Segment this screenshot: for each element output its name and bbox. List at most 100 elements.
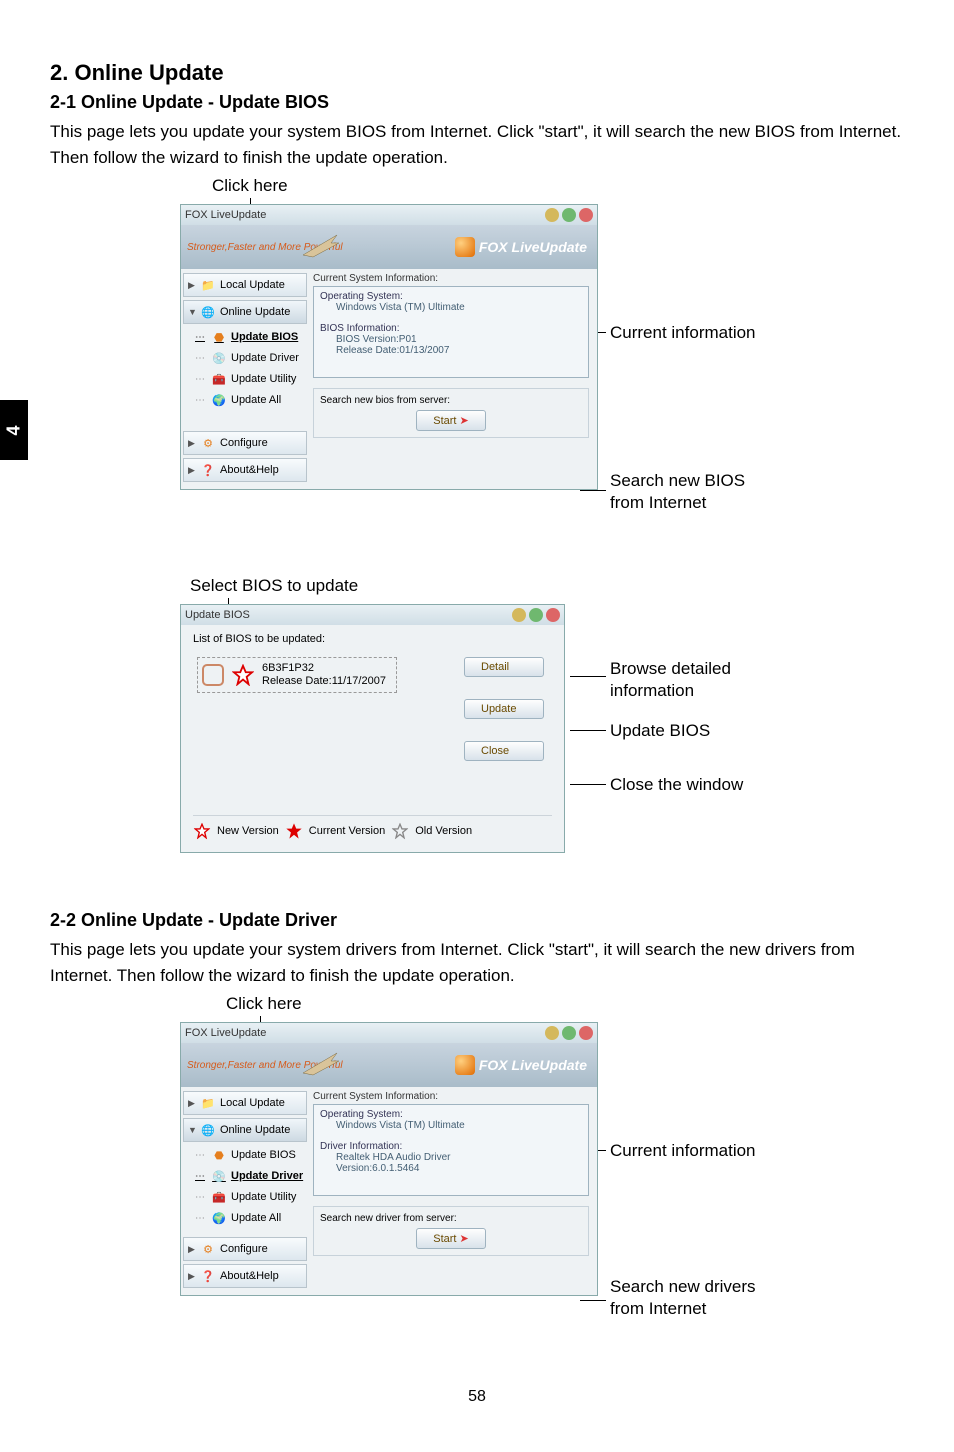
chevron-right-icon: ▶	[188, 280, 196, 291]
sidebar-sub-all[interactable]: ⋯ 🌍 Update All	[191, 1208, 307, 1228]
sidebar-sub-label-all: Update All	[231, 394, 281, 406]
minimize-icon[interactable]	[545, 1026, 559, 1040]
start-button-label: Start	[433, 415, 456, 427]
os-value: Windows Vista (TM) Ultimate	[336, 302, 582, 313]
sidebar-sub-driver[interactable]: ⋯ 💿 Update Driver	[191, 348, 307, 368]
callout-search-bios-1: Search new BIOS	[610, 470, 745, 492]
detail-button[interactable]: Detail	[464, 657, 544, 677]
globe-icon: 🌐	[200, 1122, 216, 1138]
content-pane: Current System Information: Operating Sy…	[309, 269, 597, 489]
minimize-icon[interactable]	[545, 208, 559, 222]
sidebar-item-about[interactable]: ▶ ❓ About&Help	[183, 1264, 307, 1288]
sidebar-item-online[interactable]: ▼ 🌐 Online Update	[183, 1118, 307, 1142]
sidebar-item-configure[interactable]: ▶ ⚙ Configure	[183, 1237, 307, 1261]
close-icon[interactable]	[579, 1026, 593, 1040]
callout-close-window: Close the window	[610, 774, 743, 796]
paragraph-2-1: This page lets you update your system BI…	[50, 119, 904, 170]
callout-current-info: Current information	[610, 322, 756, 344]
page-number: 58	[50, 1388, 904, 1406]
disc-icon: 💿	[211, 1168, 227, 1184]
bios-version: BIOS Version:P01	[336, 334, 582, 345]
bios-entry-name: 6B3F1P32	[262, 662, 386, 675]
sidebar-sub-label-utility: Update Utility	[231, 1191, 296, 1203]
star-new-icon	[194, 823, 210, 839]
sidebar-sub-utility[interactable]: ⋯ 🧰 Update Utility	[191, 1187, 307, 1207]
start-button-label: Start	[433, 1233, 456, 1245]
sidebar-sub-driver[interactable]: ⋯ 💿 Update Driver	[191, 1166, 307, 1186]
arrow-right-icon: ➤	[460, 415, 469, 427]
sidebar-item-online[interactable]: ▼ 🌐 Online Update	[183, 300, 307, 324]
star-new-icon	[232, 664, 254, 686]
os-value: Windows Vista (TM) Ultimate	[336, 1120, 582, 1131]
chevron-right-icon: ▶	[188, 1271, 196, 1282]
bios-entry[interactable]: 6B3F1P32 Release Date:11/17/2007	[197, 657, 397, 693]
search-new-box: Search new driver from server: Start ➤	[313, 1206, 589, 1256]
fox-icon	[455, 1055, 475, 1075]
brand-label: FOX LiveUpdate	[479, 239, 587, 255]
legend-new: New Version	[217, 825, 279, 837]
sidebar-label-local: Local Update	[220, 279, 285, 291]
titlebar: FOX LiveUpdate	[181, 1023, 597, 1043]
sidebar-item-local[interactable]: ▶ 📁 Local Update	[183, 1091, 307, 1115]
sidebar-sub-bios[interactable]: ⋯ ⬣ Update BIOS	[191, 1145, 307, 1165]
sidebar-sub-label-driver: Update Driver	[231, 1170, 303, 1182]
sidebar-sub-utility[interactable]: ⋯ 🧰 Update Utility	[191, 369, 307, 389]
label-click-here: Click here	[212, 176, 288, 196]
legend: New Version Current Version Old Version	[193, 815, 552, 840]
bios-entry-date: Release Date:11/17/2007	[262, 675, 386, 688]
legend-old: Old Version	[415, 825, 472, 837]
maximize-icon[interactable]	[529, 608, 543, 622]
heading-2-2: 2-2 Online Update - Update Driver	[50, 910, 904, 931]
tree-branch-icon: ⋯	[195, 395, 205, 406]
sidebar-sub-bios[interactable]: ⋯ ⬣ Update BIOS	[191, 327, 307, 347]
sidebar-sub-label-bios: Update BIOS	[231, 1149, 296, 1161]
sidebar-sub-label-utility: Update Utility	[231, 373, 296, 385]
tree-branch-icon: ⋯	[195, 1150, 205, 1161]
folder-icon: 📁	[200, 1095, 216, 1111]
sidebar-sub-label-bios: Update BIOS	[231, 331, 298, 343]
update-button[interactable]: Update	[464, 699, 544, 719]
fox-liveupdate-window-2: FOX LiveUpdate Stronger,Faster and More …	[180, 1022, 598, 1296]
close-icon[interactable]	[546, 608, 560, 622]
list-label: List of BIOS to be updated:	[193, 633, 552, 645]
titlebar: FOX LiveUpdate	[181, 205, 597, 225]
close-icon[interactable]	[579, 208, 593, 222]
sidebar: ▶ 📁 Local Update ▼ 🌐 Online Update ⋯ ⬣ U…	[181, 269, 309, 489]
callout-search-drv-2: from Internet	[610, 1298, 756, 1320]
minimize-icon[interactable]	[512, 608, 526, 622]
banner: Stronger,Faster and More Powerful FOX Li…	[181, 225, 597, 269]
start-button[interactable]: Start ➤	[416, 1228, 486, 1249]
search-label: Search new bios from server:	[320, 395, 582, 406]
window-title: FOX LiveUpdate	[185, 1027, 266, 1039]
callout-detail-2: information	[610, 680, 731, 702]
window-title: FOX LiveUpdate	[185, 209, 266, 221]
checkbox-icon[interactable]	[202, 664, 224, 686]
help-icon: ❓	[200, 1268, 216, 1284]
maximize-icon[interactable]	[562, 208, 576, 222]
folder-icon: 📁	[200, 277, 216, 293]
close-button[interactable]: Close	[464, 741, 544, 761]
sidebar: ▶ 📁 Local Update ▼ 🌐 Online Update ⋯ ⬣ U…	[181, 1087, 309, 1295]
banner: Stronger,Faster and More Powerful FOX Li…	[181, 1043, 597, 1087]
heading-2-1: 2-1 Online Update - Update BIOS	[50, 92, 904, 113]
content-pane: Current System Information: Operating Sy…	[309, 1087, 597, 1295]
os-header: Operating System:	[320, 1109, 582, 1120]
sidebar-sub-all[interactable]: ⋯ 🌍 Update All	[191, 390, 307, 410]
paragraph-2-2: This page lets you update your system dr…	[50, 937, 904, 988]
plane-icon	[301, 229, 341, 259]
callout-search-drv-1: Search new drivers	[610, 1276, 756, 1298]
callout-detail-1: Browse detailed	[610, 658, 731, 680]
help-icon: ❓	[200, 462, 216, 478]
driver-info-header: Driver Information:	[320, 1141, 582, 1152]
star-old-icon	[392, 823, 408, 839]
sidebar-item-local[interactable]: ▶ 📁 Local Update	[183, 273, 307, 297]
start-button[interactable]: Start ➤	[416, 410, 486, 431]
tree-branch-icon: ⋯	[195, 353, 205, 364]
callout-current-info-2: Current information	[610, 1140, 756, 1162]
callout-search-bios-2: from Internet	[610, 492, 745, 514]
globe-icon: 🌐	[200, 304, 216, 320]
maximize-icon[interactable]	[562, 1026, 576, 1040]
sidebar-item-about[interactable]: ▶ ❓ About&Help	[183, 458, 307, 482]
sidebar-item-configure[interactable]: ▶ ⚙ Configure	[183, 431, 307, 455]
legend-current: Current Version	[309, 825, 385, 837]
